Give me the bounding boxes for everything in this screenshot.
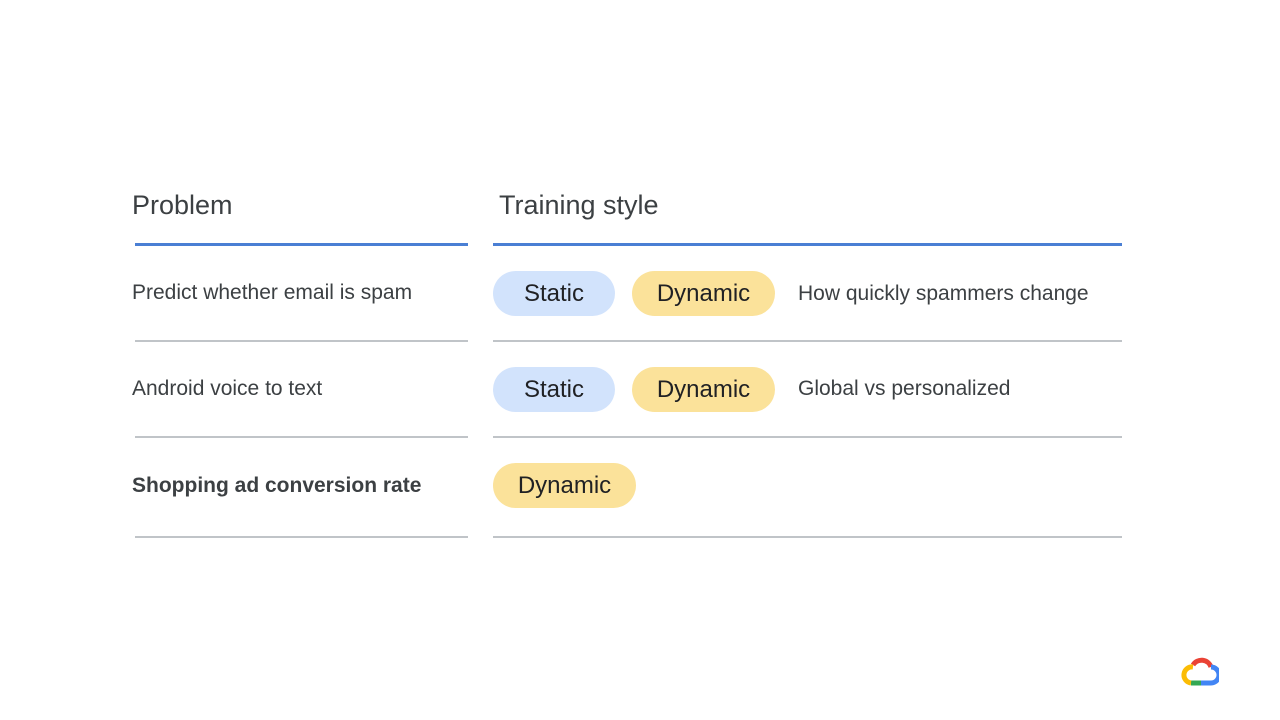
google-cloud-logo-icon [1181,657,1219,686]
header-divider-left [135,243,468,246]
dynamic-chip: Dynamic [493,463,636,508]
row-divider [493,340,1122,342]
problem-text: Android voice to text [132,377,323,400]
row-divider [135,436,468,438]
header-training-style: Training style [499,190,659,220]
static-chip: Static [493,367,615,412]
note-text: How quickly spammers change [798,282,1089,305]
header-problem: Problem [132,190,233,220]
dynamic-chip: Dynamic [632,271,775,316]
dynamic-chip: Dynamic [632,367,775,412]
problem-text: Shopping ad conversion rate [132,474,422,497]
note-text: Global vs personalized [798,377,1011,400]
row-divider [493,436,1122,438]
static-chip: Static [493,271,615,316]
row-divider [135,340,468,342]
row-divider [135,536,468,538]
row-divider [493,536,1122,538]
problem-text: Predict whether email is spam [132,281,413,304]
header-divider-right [493,243,1122,246]
